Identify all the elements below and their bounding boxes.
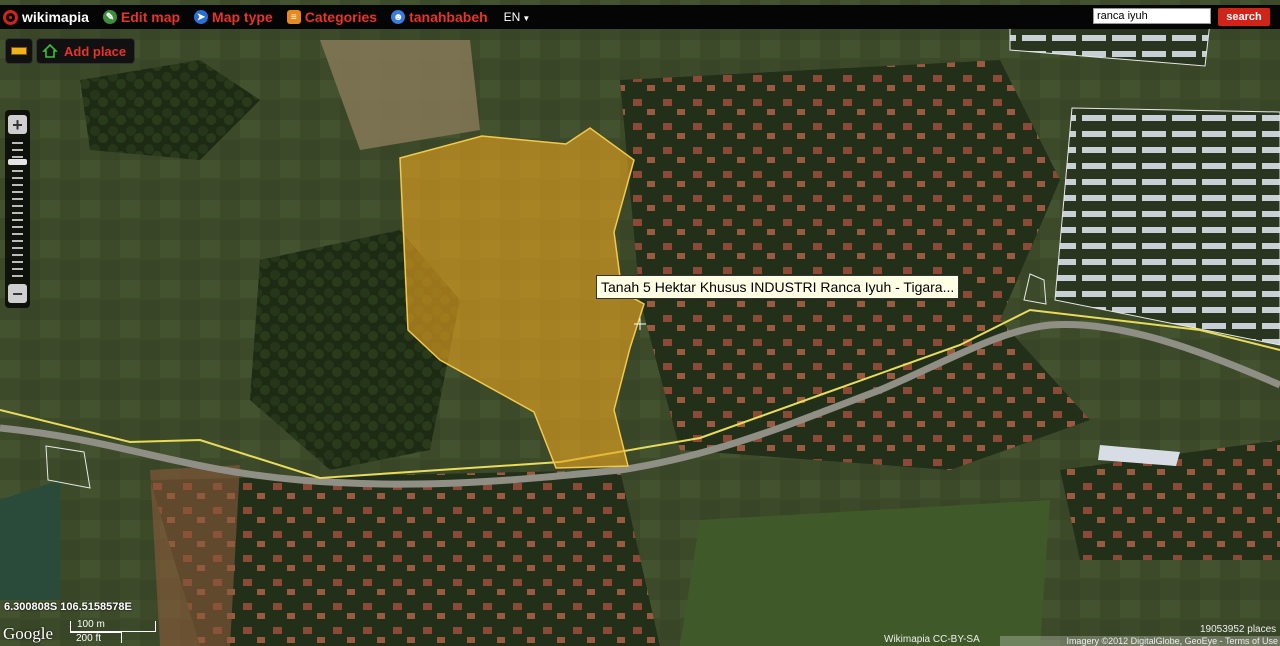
satellite-map[interactable] <box>0 0 1280 646</box>
places-count: 19053952 places <box>1200 624 1277 635</box>
ruler-button[interactable] <box>5 38 33 64</box>
add-place-icon <box>42 43 58 58</box>
search-button[interactable]: search <box>1218 8 1270 26</box>
edit-map-icon: ✎ <box>102 10 117 24</box>
logo-text: wikimapia <box>22 9 89 25</box>
chevron-down-icon: ▼ <box>522 14 531 23</box>
add-place-button[interactable]: Add place <box>36 38 136 64</box>
user-menu[interactable]: ☻ tanahbabeh <box>391 9 488 25</box>
place-tooltip: Tanah 5 Hektar Khusus INDUSTRI Ranca Iyu… <box>596 275 960 299</box>
user-icon: ☻ <box>391 10 406 24</box>
edit-map-menu[interactable]: ✎ Edit map <box>102 9 181 25</box>
scale-metric-label: 100 m <box>77 619 105 630</box>
categories-menu[interactable]: ≡ Categories <box>286 9 378 25</box>
scale-imperial-label: 200 ft <box>76 633 102 644</box>
google-logo: Google <box>3 624 54 643</box>
language-label: EN <box>503 10 521 24</box>
coordinates-readout: 6.300808S 106.5158578E <box>4 601 132 613</box>
categories-icon: ≡ <box>286 10 301 24</box>
zoom-in-button[interactable]: + <box>8 115 27 134</box>
compass-icon: ➤ <box>194 10 209 24</box>
zoom-control: + − <box>5 110 30 308</box>
license-text[interactable]: Wikimapia CC-BY-SA <box>884 634 980 645</box>
top-toolbar: wikimapia ✎ Edit map ➤ Map type ≡ Catego… <box>0 5 1280 29</box>
map-type-label: Map type <box>212 9 273 25</box>
search-input[interactable] <box>1093 8 1211 24</box>
add-place-label: Add place <box>64 43 127 59</box>
wikimapia-logo-icon <box>3 9 18 25</box>
edit-map-label: Edit map <box>120 9 181 25</box>
zoom-out-button[interactable]: − <box>8 284 27 303</box>
categories-label: Categories <box>304 9 378 25</box>
wikimapia-logo[interactable]: wikimapia <box>3 9 89 25</box>
username-label: tanahbabeh <box>409 9 488 25</box>
imagery-attribution[interactable]: Imagery ©2012 DigitalGlobe, GeoEye - Ter… <box>1000 636 1280 646</box>
language-selector[interactable]: EN ▼ <box>504 10 531 24</box>
ruler-icon <box>11 47 27 55</box>
map-type-menu[interactable]: ➤ Map type <box>194 9 273 25</box>
zoom-slider-handle[interactable] <box>8 159 27 165</box>
